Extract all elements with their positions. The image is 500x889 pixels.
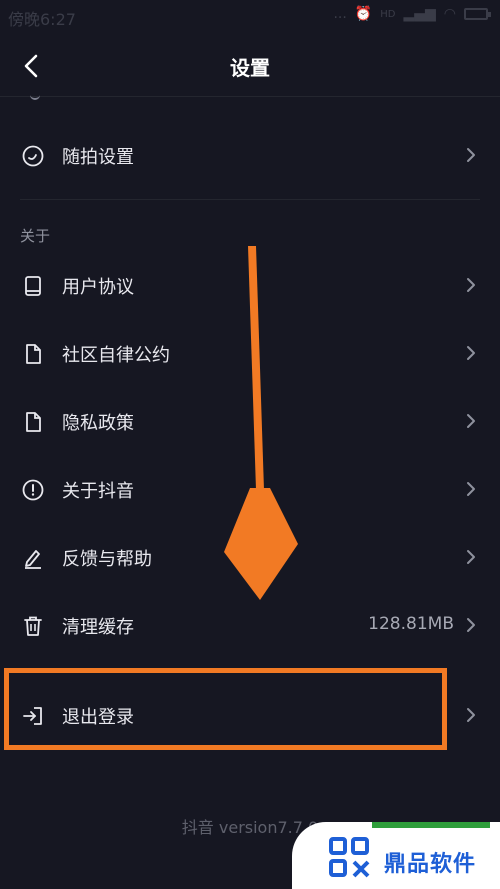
settings-item-label: 隐私政策	[62, 413, 134, 434]
more-dots-icon: ...	[333, 6, 347, 22]
alarm-icon: ⏰	[354, 6, 373, 22]
trash-icon	[20, 613, 46, 639]
settings-item-suipai[interactable]: 随拍设置	[0, 124, 500, 186]
annotation-down-arrow	[224, 246, 298, 600]
chevron-right-icon	[467, 618, 475, 632]
status-time: 傍晚6:27	[8, 10, 76, 29]
chevron-right-icon	[467, 414, 475, 428]
chevron-right-icon	[467, 278, 475, 292]
partial-row-icon	[30, 88, 40, 100]
chevron-right-icon	[467, 708, 475, 722]
wifi-icon: ◠	[443, 6, 456, 22]
battery-icon	[464, 8, 491, 20]
settings-item-label: 反馈与帮助	[62, 549, 152, 570]
edit-pen-icon	[20, 545, 46, 571]
nav-bar: 设置	[0, 34, 500, 96]
book-icon	[20, 273, 46, 299]
chevron-right-icon	[467, 346, 475, 360]
annotation-highlight-box	[4, 668, 447, 750]
section-header-about: 关于	[20, 227, 51, 245]
settings-item-label: 关于抖音	[62, 481, 134, 502]
status-icons: ... ⏰ HD ▂▄▆ ◠	[333, 6, 491, 22]
network-type: HD	[380, 8, 396, 20]
settings-item-label: 清理缓存	[62, 617, 134, 638]
settings-item-label: 随拍设置	[62, 147, 134, 168]
settings-item-label: 用户协议	[62, 277, 134, 298]
settings-item-label: 社区自律公约	[62, 345, 170, 366]
document-icon	[20, 341, 46, 367]
watermark-green-bar	[372, 822, 490, 828]
info-circle-icon	[20, 477, 46, 503]
section-divider	[20, 199, 480, 200]
signal-icon: ▂▄▆	[403, 6, 436, 22]
watermark-logo-icon	[329, 837, 370, 878]
status-bar: 傍晚6:27 ... ⏰ HD ▂▄▆ ◠	[0, 0, 500, 34]
page-title: 设置	[230, 56, 270, 80]
chevron-right-icon	[467, 550, 475, 564]
watermark-text: 鼎品软件	[384, 852, 477, 877]
chevron-right-icon	[467, 148, 475, 162]
clock-icon	[20, 143, 46, 169]
document-icon	[20, 409, 46, 435]
nav-divider	[0, 96, 500, 97]
cache-size-value: 128.81MB	[368, 614, 454, 634]
chevron-right-icon	[467, 482, 475, 496]
